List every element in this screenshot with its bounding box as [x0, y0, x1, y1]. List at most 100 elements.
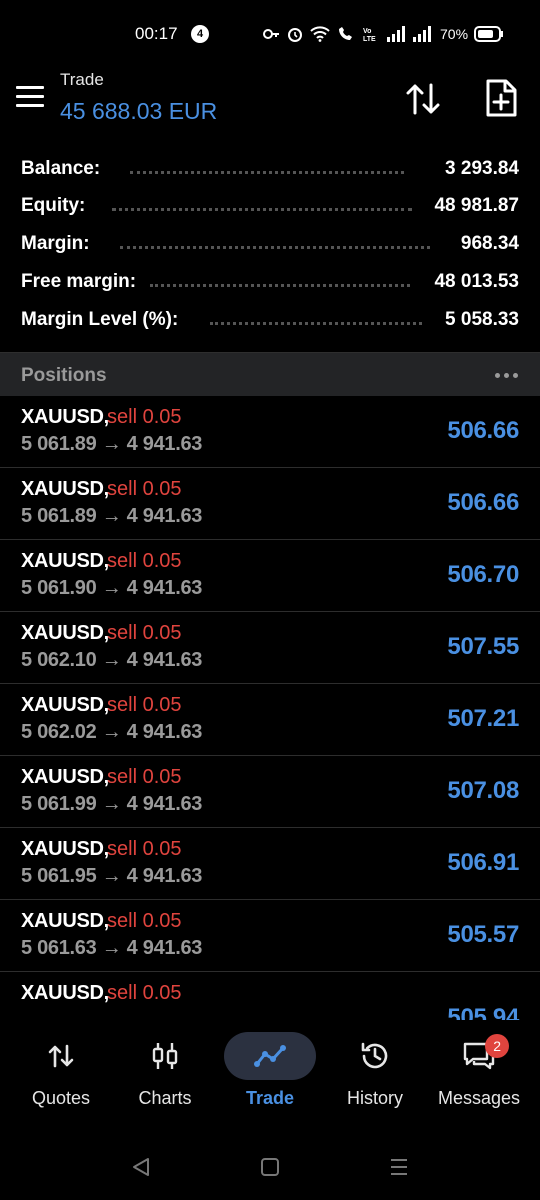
position-row[interactable]: XAUUSD, sell 0.05 5 061.63 → 4 941.63 50…	[0, 900, 540, 972]
position-symbol: XAUUSD,	[21, 550, 109, 572]
position-row[interactable]: XAUUSD, sell 0.05 5 062.02 → 4 941.63 50…	[0, 684, 540, 756]
summary-value: 48 981.87	[434, 195, 519, 216]
recents-icon[interactable]	[388, 1156, 410, 1178]
status-icons: Vo LTE 70%	[262, 24, 504, 44]
position-symbol: XAUUSD,	[21, 622, 109, 644]
position-symbol: XAUUSD,	[21, 478, 109, 500]
hamburger-menu-icon[interactable]	[16, 86, 44, 108]
nav-label: Trade	[245, 1088, 295, 1108]
wifi-icon	[310, 26, 330, 42]
position-profit: 505.57	[447, 921, 519, 948]
position-side: sell 0.05	[107, 550, 182, 572]
position-row[interactable]: XAUUSD, sell 0.05 5 061.89 → 4 941.63 50…	[0, 396, 540, 468]
home-icon[interactable]	[259, 1156, 281, 1178]
trade-icon	[254, 1045, 286, 1067]
position-side: sell 0.05	[107, 766, 182, 788]
volte-icon: VoLTE	[363, 28, 376, 43]
position-row[interactable]: XAUUSD, sell 0.05 5 061.95 → 4 941.63 50…	[0, 828, 540, 900]
summary-value: 968.34	[460, 233, 519, 254]
summary-label: Free margin:	[21, 271, 137, 292]
vpn-key-icon	[263, 29, 279, 39]
position-prices: 5 062.02 → 4 941.63	[21, 721, 203, 743]
summary-label: Equity:	[21, 195, 86, 216]
position-side: sell 0.05	[107, 478, 182, 500]
summary-label: Margin Level (%):	[21, 309, 179, 330]
position-profit: 506.66	[447, 489, 519, 516]
nav-item-messages[interactable]: 2 Messages	[428, 1020, 530, 1120]
charts-icon	[152, 1043, 178, 1069]
back-icon[interactable]	[130, 1156, 152, 1178]
dotted-leader	[150, 277, 410, 287]
positions-list: XAUUSD, sell 0.05 5 061.89 → 4 941.63 50…	[0, 396, 540, 1032]
positions-title: Positions	[21, 365, 107, 386]
alarm-icon	[288, 28, 302, 42]
app-header: Trade 45 688.03 EUR	[0, 66, 540, 140]
position-side: sell 0.05	[107, 982, 182, 1004]
dotted-leader	[120, 239, 430, 249]
more-options-icon[interactable]	[495, 373, 518, 378]
position-symbol: XAUUSD,	[21, 838, 109, 860]
nav-label: Quotes	[31, 1088, 91, 1108]
positions-section-header: Positions	[0, 352, 540, 396]
position-profit: 506.66	[447, 417, 519, 444]
messages-badge: 2	[485, 1034, 510, 1058]
wifi-calling-icon	[339, 27, 352, 40]
nav-item-trade[interactable]: Trade	[218, 1020, 322, 1120]
position-profit: 507.21	[447, 705, 519, 732]
position-row[interactable]: XAUUSD, sell 0.05 5 061.99 → 4 941.63 50…	[0, 756, 540, 828]
nav-label: Messages	[437, 1088, 521, 1108]
position-symbol: XAUUSD,	[21, 910, 109, 932]
position-symbol: XAUUSD,	[21, 982, 109, 1004]
summary-row-balance: Balance: 3 293.84	[0, 150, 540, 188]
summary-row-equity: Equity: 48 981.87	[0, 187, 540, 225]
nav-label: History	[346, 1088, 403, 1108]
position-prices: 5 061.99 → 4 941.63	[21, 793, 203, 815]
nav-item-quotes[interactable]: Quotes	[10, 1020, 112, 1120]
position-profit: 507.08	[447, 777, 519, 804]
position-prices: 5 061.90 → 4 941.63	[21, 577, 203, 599]
position-profit: 506.91	[447, 849, 519, 876]
position-row[interactable]: XAUUSD, sell 0.05 5 062.10 → 4 941.63 50…	[0, 612, 540, 684]
position-symbol: XAUUSD,	[21, 766, 109, 788]
signal-1-icon	[387, 26, 405, 42]
summary-label: Balance:	[21, 158, 101, 179]
position-row[interactable]: XAUUSD, sell 0.05 5 061.90 → 4 941.63 50…	[0, 540, 540, 612]
position-prices: 5 061.89 → 4 941.63	[21, 505, 203, 527]
svg-text:LTE: LTE	[363, 36, 376, 43]
clock: 00:17	[135, 24, 178, 43]
summary-row-margin: Margin: 968.34	[0, 225, 540, 263]
position-side: sell 0.05	[107, 622, 182, 644]
position-profit: 506.70	[447, 561, 519, 588]
summary-row-free-margin: Free margin: 48 013.53	[0, 263, 540, 301]
system-navigation-bar	[0, 1140, 540, 1200]
summary-value: 5 058.33	[445, 309, 519, 330]
nav-label: Charts	[138, 1088, 192, 1108]
position-side: sell 0.05	[107, 694, 182, 716]
position-side: sell 0.05	[107, 838, 182, 860]
quotes-icon	[48, 1044, 74, 1068]
bottom-navigation: Quotes Charts Trade History 2 Messages	[0, 1020, 540, 1125]
svg-text:Vo: Vo	[363, 28, 371, 35]
dotted-leader	[130, 164, 404, 174]
summary-value: 48 013.53	[434, 271, 519, 292]
nav-item-history[interactable]: History	[324, 1020, 426, 1120]
position-side: sell 0.05	[107, 406, 182, 428]
summary-row-margin-level: Margin Level (%): 5 058.33	[0, 301, 540, 339]
sort-arrows-icon[interactable]	[404, 80, 442, 118]
position-side: sell 0.05	[107, 910, 182, 932]
position-profit: 507.55	[447, 633, 519, 660]
new-order-icon[interactable]	[484, 78, 518, 118]
signal-2-icon	[413, 26, 431, 42]
position-prices: 5 062.10 → 4 941.63	[21, 649, 203, 671]
page-title: Trade	[60, 70, 104, 89]
position-symbol: XAUUSD,	[21, 406, 109, 428]
position-row[interactable]: XAUUSD, sell 0.05 5 061.89 → 4 941.63 50…	[0, 468, 540, 540]
nav-item-charts[interactable]: Charts	[114, 1020, 216, 1120]
notification-count-badge: 4	[191, 25, 209, 43]
account-balance-display: 45 688.03 EUR	[60, 98, 218, 124]
summary-label: Margin:	[21, 233, 90, 254]
position-symbol: XAUUSD,	[21, 694, 109, 716]
dotted-leader	[210, 315, 422, 325]
battery-icon	[474, 26, 504, 42]
battery-percent: 70%	[440, 26, 469, 42]
